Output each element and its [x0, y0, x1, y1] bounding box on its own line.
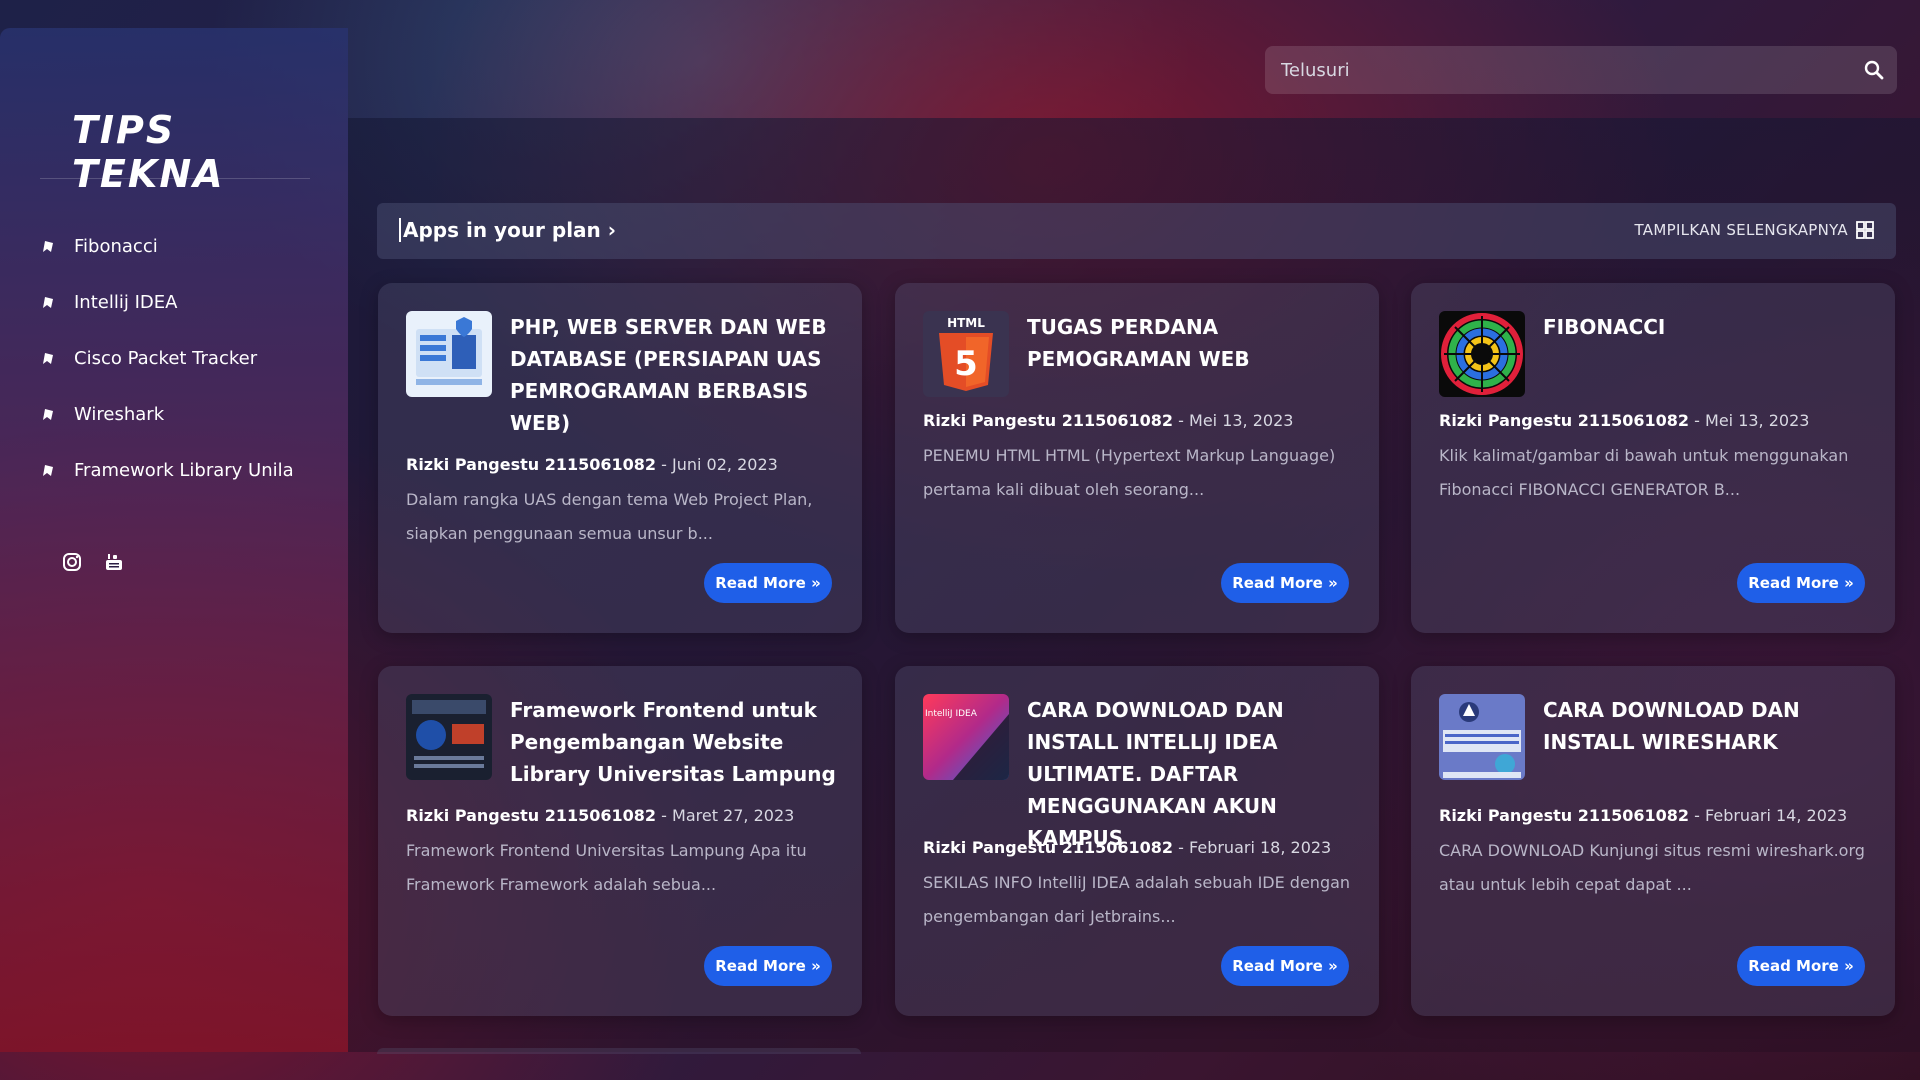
chevron-right-icon: › — [607, 218, 617, 242]
bookmark-icon — [43, 297, 53, 308]
post-date: Februari 14, 2023 — [1705, 806, 1848, 825]
bookmark-icon — [43, 353, 53, 364]
post-card: FIBONACCI Rizki Pangestu 2115061082 - Me… — [1411, 283, 1895, 633]
site-logo[interactable]: TIPS TEKNA — [72, 108, 282, 196]
meta-separator: - — [661, 455, 673, 474]
post-card: HTML 5 TUGAS PERDANA PEMOGRAMAN WEB Rizk… — [895, 283, 1379, 633]
post-author: Rizki Pangestu 2115061082 — [406, 806, 657, 825]
sidebar-menu: Fibonacci Intellij IDEA Cisco Packet Tra… — [40, 218, 294, 498]
bookmark-icon — [43, 465, 53, 476]
post-excerpt: Framework Frontend Universitas Lampung A… — [406, 841, 807, 894]
post-title[interactable]: CARA DOWNLOAD DAN INSTALL INTELLIJ IDEA … — [1027, 694, 1357, 854]
instagram-icon[interactable] — [62, 552, 82, 572]
search-input[interactable] — [1279, 58, 1843, 82]
post-excerpt: PENEMU HTML HTML (Hypertext Markup Langu… — [923, 446, 1336, 499]
show-all-label: TAMPILKAN SELENGKAPNYA — [1634, 221, 1848, 239]
post-card: PHP, WEB SERVER DAN WEB DATABASE (PERSIA… — [378, 283, 862, 633]
sidebar-item-cisco[interactable]: Cisco Packet Tracker — [40, 330, 294, 386]
section-header: Apps in your plan › TAMPILKAN SELENGKAPN… — [377, 203, 1896, 259]
search-icon[interactable] — [1863, 59, 1885, 81]
sidebar-divider — [40, 178, 310, 179]
next-card-edge — [377, 1048, 861, 1054]
social-links — [62, 552, 124, 572]
post-card: IntelliJ IDEA CARA DOWNLOAD DAN INSTALL … — [895, 666, 1379, 1016]
svg-text:5: 5 — [954, 344, 978, 384]
post-author: Rizki Pangestu 2115061082 — [1439, 806, 1690, 825]
post-date: Mei 13, 2023 — [1705, 411, 1810, 430]
post-thumbnail-wireshark[interactable] — [1439, 694, 1525, 780]
section-title-text: Apps in your plan — [403, 218, 601, 242]
post-card: Framework Frontend untuk Pengembangan We… — [378, 666, 862, 1016]
post-meta: Rizki Pangestu 2115061082 - Mei 13, 2023 — [923, 411, 1293, 430]
post-excerpt: Dalam rangka UAS dengan tema Web Project… — [406, 490, 813, 543]
section-title[interactable]: Apps in your plan › — [399, 218, 616, 242]
post-date: Maret 27, 2023 — [672, 806, 795, 825]
read-more-button[interactable]: Read More » — [704, 563, 832, 603]
meta-separator: - — [1694, 411, 1706, 430]
post-author: Rizki Pangestu 2115061082 — [923, 838, 1174, 857]
sidebar-item-label: Fibonacci — [74, 235, 158, 257]
sidebar-item-label: Intellij IDEA — [74, 291, 178, 313]
post-author: Rizki Pangestu 2115061082 — [406, 455, 657, 474]
post-meta: Rizki Pangestu 2115061082 - Juni 02, 202… — [406, 455, 778, 474]
post-title[interactable]: Framework Frontend untuk Pengembangan We… — [510, 694, 840, 790]
bookmark-icon — [43, 409, 53, 420]
post-title[interactable]: FIBONACCI — [1543, 311, 1873, 343]
post-card: CARA DOWNLOAD DAN INSTALL WIRESHARK Rizk… — [1411, 666, 1895, 1016]
show-all-link[interactable]: TAMPILKAN SELENGKAPNYA — [1635, 221, 1875, 239]
post-excerpt: CARA DOWNLOAD Kunjungi situs resmi wires… — [1439, 841, 1865, 894]
post-title[interactable]: TUGAS PERDANA PEMOGRAMAN WEB — [1027, 311, 1357, 375]
read-more-button[interactable]: Read More » — [1737, 563, 1865, 603]
meta-separator: - — [1178, 838, 1190, 857]
post-title[interactable]: PHP, WEB SERVER DAN WEB DATABASE (PERSIA… — [510, 311, 840, 439]
post-excerpt: Klik kalimat/gambar di bawah untuk mengg… — [1439, 446, 1849, 499]
post-thumbnail-web-server[interactable] — [406, 311, 492, 397]
intellij-logo-text: IntelliJ IDEA — [925, 709, 978, 719]
read-more-button[interactable]: Read More » — [1221, 946, 1349, 986]
meta-separator: - — [661, 806, 673, 825]
post-author: Rizki Pangestu 2115061082 — [1439, 411, 1690, 430]
post-meta: Rizki Pangestu 2115061082 - Maret 27, 20… — [406, 806, 794, 825]
read-more-button[interactable]: Read More » — [1221, 563, 1349, 603]
html-logo-text: HTML — [947, 316, 985, 330]
sidebar-item-framework-library[interactable]: Framework Library Unila — [40, 442, 294, 498]
meta-separator: - — [1694, 806, 1706, 825]
post-thumbnail-html[interactable]: HTML 5 — [923, 311, 1009, 397]
meta-separator: - — [1178, 411, 1190, 430]
sidebar-item-intellij[interactable]: Intellij IDEA — [40, 274, 294, 330]
post-author: Rizki Pangestu 2115061082 — [923, 411, 1174, 430]
sidebar-item-wireshark[interactable]: Wireshark — [40, 386, 294, 442]
bookmark-icon — [43, 241, 53, 252]
post-thumbnail-intellij[interactable]: IntelliJ IDEA — [923, 694, 1009, 780]
post-date: Mei 13, 2023 — [1189, 411, 1294, 430]
grid-icon — [1856, 221, 1874, 239]
youtube-icon[interactable] — [104, 552, 124, 572]
post-date: Februari 18, 2023 — [1189, 838, 1332, 857]
post-date: Juni 02, 2023 — [672, 455, 778, 474]
read-more-button[interactable]: Read More » — [704, 946, 832, 986]
post-excerpt: SEKILAS INFO IntelliJ IDEA adalah sebuah… — [923, 873, 1351, 926]
post-meta: Rizki Pangestu 2115061082 - Februari 14,… — [1439, 806, 1847, 825]
sidebar: TIPS TEKNA Fibonacci Intellij IDEA Cisco… — [0, 28, 348, 1052]
post-title[interactable]: CARA DOWNLOAD DAN INSTALL WIRESHARK — [1543, 694, 1873, 758]
search-bar — [1265, 46, 1897, 94]
sidebar-item-label: Cisco Packet Tracker — [74, 347, 258, 369]
post-meta: Rizki Pangestu 2115061082 - Mei 13, 2023 — [1439, 411, 1809, 430]
post-thumbnail-framework[interactable] — [406, 694, 492, 780]
read-more-button[interactable]: Read More » — [1737, 946, 1865, 986]
sidebar-item-fibonacci[interactable]: Fibonacci — [40, 218, 294, 274]
post-meta: Rizki Pangestu 2115061082 - Februari 18,… — [923, 838, 1331, 857]
post-thumbnail-fibonacci[interactable] — [1439, 311, 1525, 397]
sidebar-item-label: Wireshark — [74, 403, 165, 425]
sidebar-item-label: Framework Library Unila — [74, 459, 294, 481]
